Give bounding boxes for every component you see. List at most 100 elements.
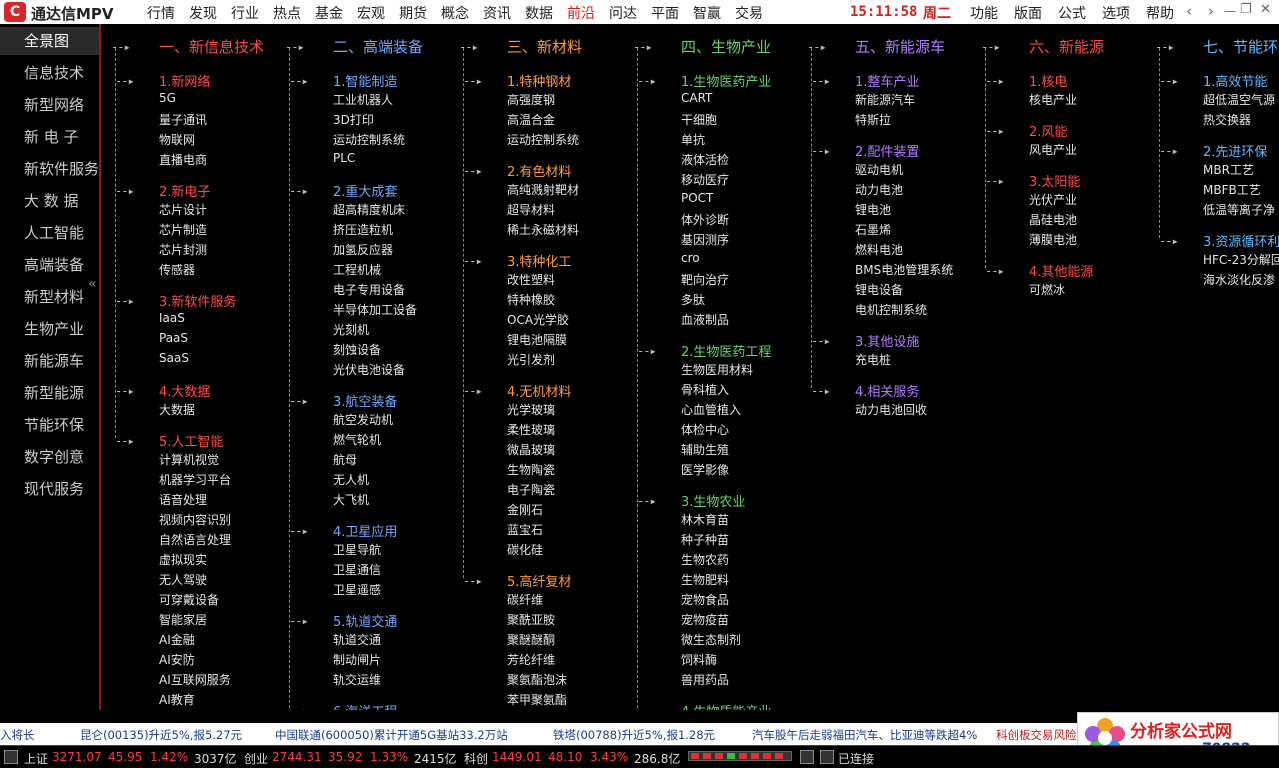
leaf-item[interactable]: 新能源汽车 <box>855 91 915 108</box>
leaf-item[interactable]: 特种橡胶 <box>507 291 555 308</box>
leaf-item[interactable]: 宠物食品 <box>681 591 729 608</box>
leaf-item[interactable]: 燃气轮机 <box>333 431 381 448</box>
leaf-item[interactable]: 宠物疫苗 <box>681 611 729 628</box>
leaf-item[interactable]: 芯片制造 <box>159 221 207 238</box>
leaf-item[interactable]: 轨道交通 <box>333 631 381 648</box>
back-icon[interactable]: ‹ <box>1186 2 1192 20</box>
group-title[interactable]: 3.生物农业 <box>681 491 745 510</box>
group-title[interactable]: 4.无机材料 <box>507 381 571 400</box>
leaf-item[interactable]: 动力电池 <box>855 181 903 198</box>
leaf-item[interactable]: 光引发剂 <box>507 351 555 368</box>
leaf-item[interactable]: 金刚石 <box>507 501 543 518</box>
leaf-item[interactable]: 碳纤维 <box>507 591 543 608</box>
leaf-item[interactable]: 基因测序 <box>681 231 729 248</box>
leaf-item[interactable]: 超高精度机床 <box>333 201 405 218</box>
group-title[interactable]: 5.人工智能 <box>159 431 223 450</box>
leaf-item[interactable]: 移动医疗 <box>681 171 729 188</box>
group-title[interactable]: 4.生物质能产业 <box>681 701 771 710</box>
leaf-item[interactable]: 医学影像 <box>681 461 729 478</box>
menu-item-13[interactable]: 智赢 <box>693 3 721 23</box>
leaf-item[interactable]: 语音处理 <box>159 491 207 508</box>
leaf-item[interactable]: 无人机 <box>333 471 369 488</box>
group-title[interactable]: 1.智能制造 <box>333 71 397 90</box>
group-title[interactable]: 2.新电子 <box>159 181 210 200</box>
sidebar-item-11[interactable]: 新型能源 <box>0 379 99 407</box>
menu-item-2[interactable]: 行业 <box>231 3 259 23</box>
group-title[interactable]: 3.特种化工 <box>507 251 571 270</box>
leaf-item[interactable]: 燃料电池 <box>855 241 903 258</box>
leaf-item[interactable]: 微生态制剂 <box>681 631 741 648</box>
leaf-item[interactable]: 锂电设备 <box>855 281 903 298</box>
leaf-item[interactable]: 可燃冰 <box>1029 281 1065 298</box>
section-title[interactable]: 七、节能环 <box>1203 36 1278 57</box>
sidebar-item-4[interactable]: 新软件服务 <box>0 155 99 183</box>
leaf-item[interactable]: 芯片封测 <box>159 241 207 258</box>
group-title[interactable]: 5.高纤复材 <box>507 571 571 590</box>
leaf-item[interactable]: 超导材料 <box>507 201 555 218</box>
leaf-item[interactable]: 光学玻璃 <box>507 401 555 418</box>
leaf-item[interactable]: 多肽 <box>681 291 705 308</box>
leaf-item[interactable]: 种子种苗 <box>681 531 729 548</box>
leaf-item[interactable]: 光伏产业 <box>1029 191 1077 208</box>
ticker-item-1[interactable]: 昆仑(00135)升近5%,报5.27元 <box>80 727 242 743</box>
leaf-item[interactable]: 生物陶瓷 <box>507 461 555 478</box>
leaf-item[interactable]: 机器学习平台 <box>159 471 231 488</box>
leaf-item[interactable]: 3D打印 <box>333 111 374 128</box>
leaf-item[interactable]: 加氢反应器 <box>333 241 393 258</box>
leaf-item[interactable]: 卫星导航 <box>333 541 381 558</box>
leaf-item[interactable]: 视频内容识别 <box>159 511 231 528</box>
sidebar-item-13[interactable]: 数字创意 <box>0 443 99 471</box>
sidebar-item-6[interactable]: 人工智能 <box>0 219 99 247</box>
sidebar-item-0[interactable]: 全景图 <box>0 27 99 55</box>
leaf-item[interactable]: 生物医用材料 <box>681 361 753 378</box>
connection-icon[interactable] <box>820 750 834 764</box>
menu-item-11[interactable]: 问达 <box>609 3 637 23</box>
leaf-item[interactable]: 电子陶瓷 <box>507 481 555 498</box>
leaf-item[interactable]: 电子专用设备 <box>333 281 405 298</box>
leaf-item[interactable]: 饲料酶 <box>681 651 717 668</box>
leaf-item[interactable]: AI金融 <box>159 631 195 648</box>
leaf-item[interactable]: 低温等离子净 <box>1203 201 1275 218</box>
group-title[interactable]: 4.卫星应用 <box>333 521 397 540</box>
group-title[interactable]: 2.配件装置 <box>855 141 919 160</box>
leaf-item[interactable]: 生物肥料 <box>681 571 729 588</box>
leaf-item[interactable]: SaaS <box>159 351 189 365</box>
leaf-item[interactable]: 量子通讯 <box>159 111 207 128</box>
right-menu-item-0[interactable]: 功能 <box>970 3 998 23</box>
group-title[interactable]: 4.其他能源 <box>1029 261 1093 280</box>
group-title[interactable]: 2.重大成套 <box>333 181 397 200</box>
leaf-item[interactable]: BMS电池管理系统 <box>855 261 953 278</box>
leaf-item[interactable]: PLC <box>333 151 355 165</box>
group-title[interactable]: 2.先进环保 <box>1203 141 1267 160</box>
leaf-item[interactable]: 5G <box>159 91 176 105</box>
leaf-item[interactable]: 大飞机 <box>333 491 369 508</box>
leaf-item[interactable]: AI教育 <box>159 691 195 708</box>
leaf-item[interactable]: 血液制品 <box>681 311 729 328</box>
leaf-item[interactable]: 靶向治疗 <box>681 271 729 288</box>
right-menu-item-1[interactable]: 版面 <box>1014 3 1042 23</box>
sidebar-item-2[interactable]: 新型网络 <box>0 91 99 119</box>
leaf-item[interactable]: 运动控制系统 <box>507 131 579 148</box>
section-title[interactable]: 一、新信息技术 <box>159 36 264 57</box>
leaf-item[interactable]: 动力电池回收 <box>855 401 927 418</box>
ticker-item-4[interactable]: 汽车股午后走弱福田汽车、比亚迪等跌超4% <box>752 727 977 743</box>
settings-icon[interactable] <box>800 750 814 764</box>
leaf-item[interactable]: 智能家居 <box>159 611 207 628</box>
leaf-item[interactable]: 超低温空气源 <box>1203 91 1275 108</box>
leaf-item[interactable]: 大数据 <box>159 401 195 418</box>
group-title[interactable]: 1.新网络 <box>159 71 210 90</box>
leaf-item[interactable]: 骨科植入 <box>681 381 729 398</box>
leaf-item[interactable]: POCT <box>681 191 713 205</box>
leaf-item[interactable]: HFC-23分解回 <box>1203 251 1279 268</box>
leaf-item[interactable]: 航空发动机 <box>333 411 393 428</box>
group-title[interactable]: 1.高效节能 <box>1203 71 1267 90</box>
leaf-item[interactable]: 自然语言处理 <box>159 531 231 548</box>
leaf-item[interactable]: 物联网 <box>159 131 195 148</box>
leaf-item[interactable]: 充电桩 <box>855 351 891 368</box>
group-title[interactable]: 3.太阳能 <box>1029 171 1080 190</box>
menu-item-12[interactable]: 平面 <box>651 3 679 23</box>
sidebar-item-12[interactable]: 节能环保 <box>0 411 99 439</box>
group-title[interactable]: 3.新软件服务 <box>159 291 236 310</box>
leaf-item[interactable]: 生物农药 <box>681 551 729 568</box>
leaf-item[interactable]: 聚酰亚胺 <box>507 611 555 628</box>
